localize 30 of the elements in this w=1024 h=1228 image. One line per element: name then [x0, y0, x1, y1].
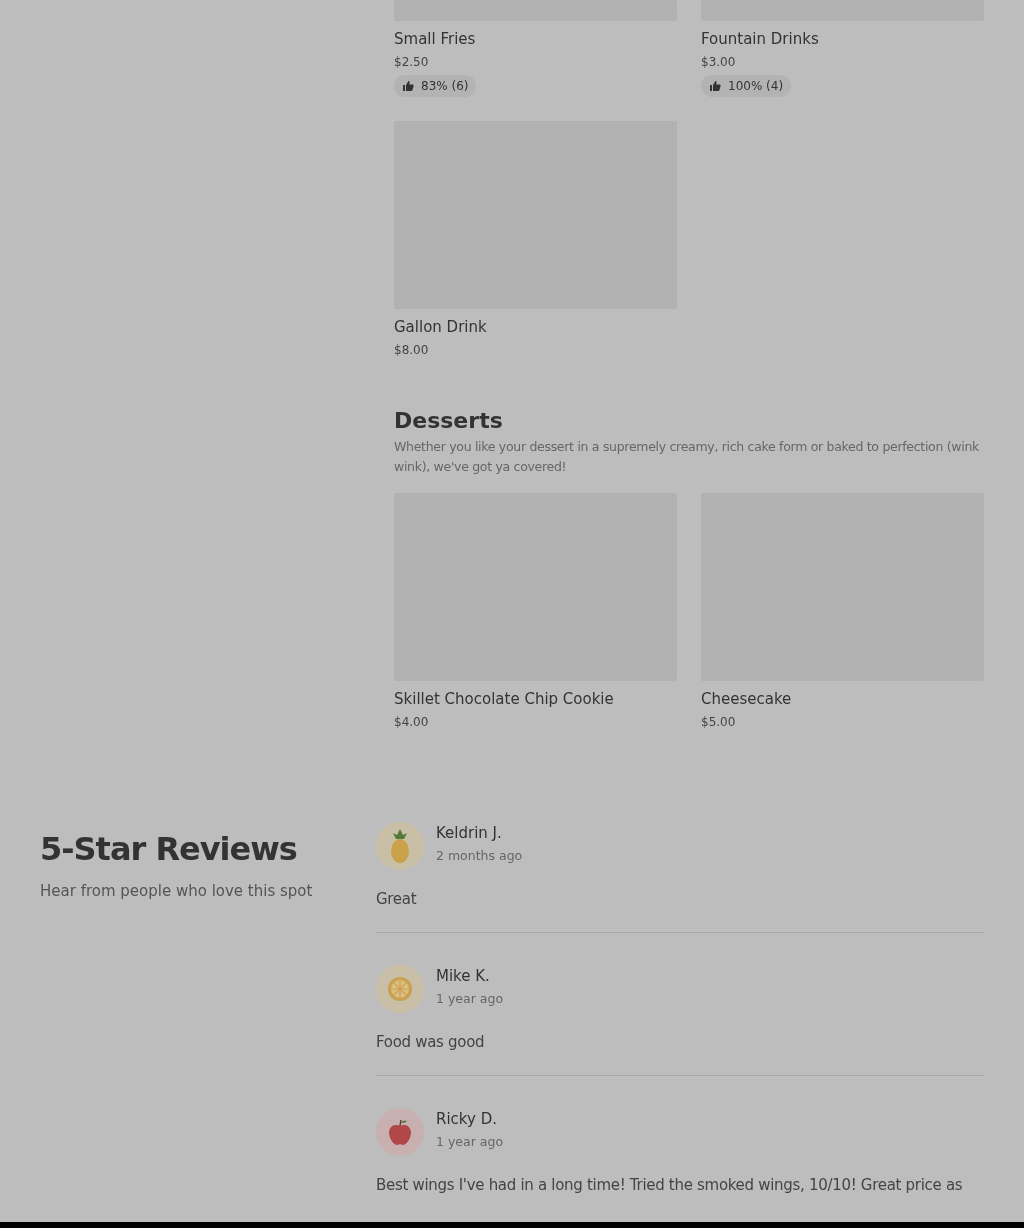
rating-text: 100% (4): [728, 79, 784, 93]
item-price: $2.50: [394, 54, 430, 71]
item-price: $5.00: [701, 714, 737, 731]
review-text: Food was good: [376, 1033, 486, 1051]
review-text: Great: [376, 890, 418, 908]
apple-icon: [387, 1118, 413, 1146]
section-title: Desserts: [394, 408, 504, 433]
review-time: 2 months ago: [436, 848, 523, 863]
review-time: 1 year ago: [436, 991, 504, 1006]
review-time: 1 year ago: [436, 1134, 504, 1149]
pineapple-icon: [389, 829, 411, 863]
reviewer-name: Keldrin J.: [436, 823, 503, 844]
reviews-subtitle: Hear from people who love this spot: [40, 882, 314, 900]
item-name: Small Fries: [394, 29, 477, 50]
section-description: Whether you like your dessert in a supremely creamy, rich cake form or baked to perfection (wink wink), we've got ya covered!: [394, 438, 980, 476]
citrus-slice-icon: [387, 976, 413, 1002]
item-name: Skillet Chocolate Chip Cookie: [394, 689, 615, 710]
item-price: $3.00: [701, 54, 737, 71]
thumbs-up-icon: [709, 80, 721, 92]
reviewer-name: Mike K.: [436, 966, 491, 987]
item-price: $8.00: [394, 342, 430, 359]
reviews-title: 5-Star Reviews: [40, 830, 298, 868]
item-price: $4.00: [394, 714, 430, 731]
rating-text: 83% (6): [421, 79, 469, 93]
item-name: Fountain Drinks: [701, 29, 820, 50]
item-name: Gallon Drink: [394, 317, 488, 338]
reviewer-name: Ricky D.: [436, 1109, 498, 1130]
item-name: Cheesecake: [701, 689, 793, 710]
review-text: Best wings I've had in a long time! Tried the smoked wings, 10/10! Great price as: [376, 1176, 964, 1194]
thumbs-up-icon: [402, 80, 414, 92]
